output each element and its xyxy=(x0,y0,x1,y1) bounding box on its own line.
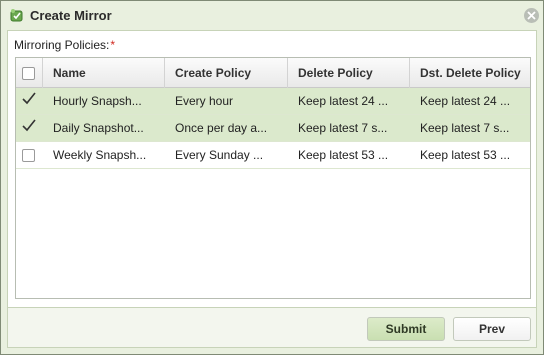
table-row[interactable]: Daily Snapshot... Once per day a... Keep… xyxy=(16,115,530,142)
policies-grid: Name Create Policy Delete Policy Dst. De… xyxy=(15,57,531,299)
row-checkbox[interactable] xyxy=(22,92,36,107)
cell-create-policy: Once per day a... xyxy=(175,121,268,135)
cell-dst-delete-policy: Keep latest 24 ... xyxy=(420,94,511,108)
create-mirror-dialog: Create Mirror Mirroring Policies:* Name … xyxy=(0,0,544,355)
prev-button[interactable]: Prev xyxy=(453,317,531,341)
column-header-create-policy[interactable]: Create Policy xyxy=(165,58,288,88)
dialog-footer: Submit Prev xyxy=(7,308,537,348)
mirroring-policies-label: Mirroring Policies:* xyxy=(14,38,115,52)
mirroring-policies-text: Mirroring Policies: xyxy=(14,38,110,52)
close-icon[interactable] xyxy=(524,8,539,23)
submit-button[interactable]: Submit xyxy=(367,317,445,341)
dialog-title: Create Mirror xyxy=(30,8,112,23)
column-header-dst-delete-policy[interactable]: Dst. Delete Policy xyxy=(410,58,530,88)
column-header-name[interactable]: Name xyxy=(43,58,165,88)
dialog-titlebar: Create Mirror xyxy=(1,1,543,30)
row-checkbox[interactable] xyxy=(22,149,35,162)
cell-delete-policy: Keep latest 53 ... xyxy=(298,148,389,162)
cell-name: Weekly Snapsh... xyxy=(53,148,147,162)
cell-dst-delete-policy: Keep latest 7 s... xyxy=(420,121,510,135)
cell-create-policy: Every Sunday ... xyxy=(175,148,264,162)
cell-name: Hourly Snapsh... xyxy=(53,94,142,108)
mirror-app-icon xyxy=(9,8,24,23)
select-all-checkbox[interactable] xyxy=(22,67,35,80)
table-row[interactable]: Hourly Snapsh... Every hour Keep latest … xyxy=(16,88,530,115)
table-row[interactable]: Weekly Snapsh... Every Sunday ... Keep l… xyxy=(16,142,530,169)
column-header-delete-policy[interactable]: Delete Policy xyxy=(288,58,410,88)
dialog-body: Mirroring Policies:* Name Create Policy … xyxy=(7,30,537,308)
cell-create-policy: Every hour xyxy=(175,94,234,108)
row-checkbox[interactable] xyxy=(22,119,36,134)
required-marker: * xyxy=(110,38,116,52)
cell-delete-policy: Keep latest 24 ... xyxy=(298,94,389,108)
cell-delete-policy: Keep latest 7 s... xyxy=(298,121,388,135)
grid-header: Name Create Policy Delete Policy Dst. De… xyxy=(16,58,530,88)
cell-name: Daily Snapshot... xyxy=(53,121,144,135)
select-all-header xyxy=(16,58,43,88)
cell-dst-delete-policy: Keep latest 53 ... xyxy=(420,148,511,162)
